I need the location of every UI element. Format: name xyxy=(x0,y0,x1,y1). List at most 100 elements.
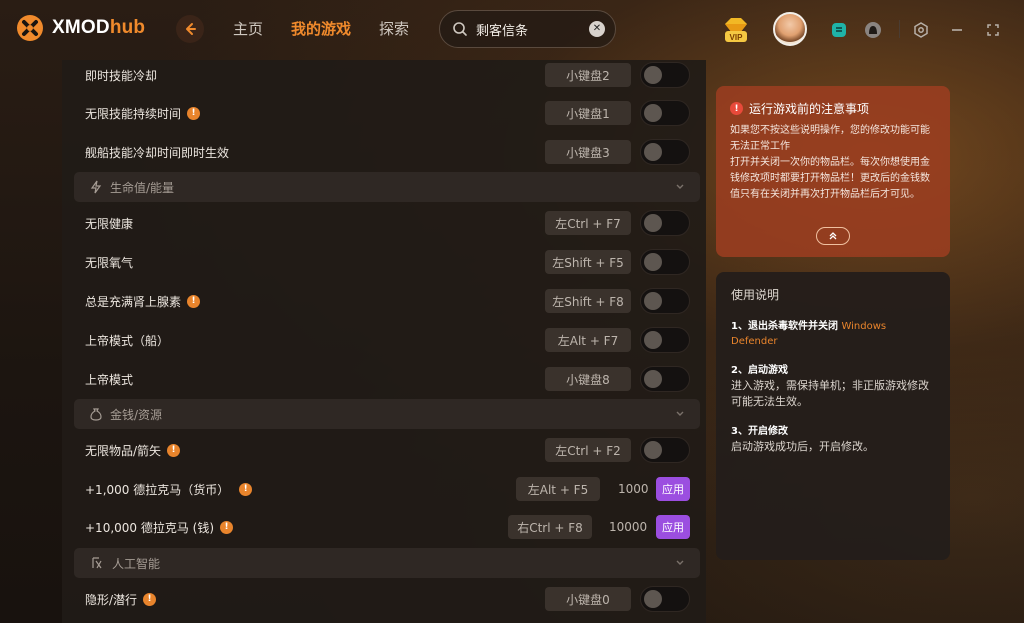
cheat-label: 无限健康 xyxy=(85,216,134,231)
info-icon[interactable]: ! xyxy=(239,482,253,496)
fullscreen-icon[interactable] xyxy=(982,19,1004,41)
back-button[interactable] xyxy=(176,15,204,43)
cheat-row: 无限健康 左Ctrl + F7 xyxy=(85,207,690,239)
cheat-label: 上帝模式（船） xyxy=(85,333,170,348)
notice-body: 如果您不按这些说明操作，您的修改功能可能无法正常工作 打开并关闭一次你的物品栏。… xyxy=(730,125,930,200)
notice-card: ! 运行游戏前的注意事项 如果您不按这些说明操作，您的修改功能可能无法正常工作 … xyxy=(716,86,950,257)
cheat-toggle[interactable] xyxy=(640,327,690,353)
hotkey-badge[interactable]: 左Ctrl + F7 xyxy=(545,211,631,235)
hotkey-badge[interactable]: 小键盘1 xyxy=(545,101,631,125)
apply-button[interactable]: 应用 xyxy=(656,515,690,539)
money-input-row: +1,000 德拉克马（货币）! 左Alt + F5 1000 应用 xyxy=(85,473,690,505)
usage-step: 2、启动游戏 进入游戏，需保持单机；非正版游戏修改可能无法生效。 xyxy=(731,365,929,408)
main-nav: 主页 我的游戏 探索 xyxy=(233,18,409,39)
hotkey-badge[interactable]: 小键盘2 xyxy=(545,63,631,87)
section-header-money[interactable]: 金钱/资源 xyxy=(74,399,700,429)
nav-explore[interactable]: 探索 xyxy=(379,18,409,39)
hotkey-badge[interactable]: 小键盘8 xyxy=(545,367,631,391)
usage-step: 3、开启修改 启动游戏成功后，开启修改。 xyxy=(731,426,874,453)
search-input[interactable]: 剩客信条 xyxy=(476,20,589,39)
settings-icon[interactable] xyxy=(910,19,932,41)
cheat-label: 舰船技能冷却时间即时生效 xyxy=(85,145,230,160)
search-icon xyxy=(453,22,467,36)
chevron-down-icon xyxy=(676,184,684,189)
cheat-label: +1,000 德拉克马（货币）! xyxy=(85,481,253,498)
hotkey-badge[interactable]: 右Ctrl + F8 xyxy=(508,515,592,539)
collapse-button[interactable] xyxy=(816,227,850,245)
hotkey-badge[interactable]: 小键盘0 xyxy=(545,587,631,611)
cheat-row: 上帝模式（船） 左Alt + F7 xyxy=(85,324,690,356)
notice-title: ! 运行游戏前的注意事项 xyxy=(730,100,936,117)
cheat-row: 上帝模式 小键盘8 xyxy=(85,363,690,395)
cheat-toggle[interactable] xyxy=(640,586,690,612)
cheat-label: 上帝模式 xyxy=(85,372,134,387)
svg-text:VIP: VIP xyxy=(730,33,744,42)
section-title: 人工智能 xyxy=(112,556,161,571)
section-header-ai[interactable]: 人工智能 xyxy=(74,548,700,578)
cheat-row: 无限物品/箭矢! 左Ctrl + F2 xyxy=(85,434,690,466)
app-name: XMODhub xyxy=(52,17,146,38)
amount-input[interactable]: 1000 xyxy=(618,482,649,496)
info-icon[interactable]: ! xyxy=(187,294,201,308)
cheat-row: 总是充满肾上腺素! 左Shift + F8 xyxy=(85,285,690,317)
hotkey-badge[interactable]: 左Alt + F5 xyxy=(516,477,600,501)
section-title: 金钱/资源 xyxy=(110,407,163,422)
usage-title: 使用说明 xyxy=(731,288,780,302)
hotkey-badge[interactable]: 小键盘3 xyxy=(545,140,631,164)
warning-icon: ! xyxy=(730,102,743,115)
cheat-row: 无限技能持续时间! 小键盘1 xyxy=(85,97,690,129)
cheat-label: 无限物品/箭矢! xyxy=(85,442,181,459)
info-icon[interactable]: ! xyxy=(167,443,181,457)
hotkey-badge[interactable]: 左Shift + F8 xyxy=(545,289,631,313)
cheat-label: +10,000 德拉克马 (钱)! xyxy=(85,519,234,536)
apply-button[interactable]: 应用 xyxy=(656,477,690,501)
usage-card: 使用说明 1、退出杀毒软件并关闭 Windows Defender 2、启动游戏… xyxy=(716,272,950,560)
app-logo[interactable]: XMODhub xyxy=(16,14,145,42)
hotkey-badge[interactable]: 左Ctrl + F2 xyxy=(545,438,631,462)
info-icon[interactable]: ! xyxy=(187,106,201,120)
arrow-left-icon xyxy=(186,23,196,35)
cheat-label: 即时技能冷却 xyxy=(85,68,158,83)
vip-badge-icon[interactable]: VIP xyxy=(719,12,753,46)
cheat-label: 无限技能持续时间! xyxy=(85,105,201,122)
ghost-icon[interactable] xyxy=(862,19,884,41)
chevron-down-icon xyxy=(676,411,684,416)
cheat-label: 隐形/潜行! xyxy=(85,591,157,608)
cheat-toggle[interactable] xyxy=(640,288,690,314)
cheat-row: 隐形/潜行! 小键盘0 xyxy=(85,583,690,615)
search-box[interactable]: 剩客信条 ✕ xyxy=(439,10,616,48)
money-bag-icon xyxy=(90,408,102,421)
cheat-toggle[interactable] xyxy=(640,139,690,165)
xmod-logo-icon xyxy=(17,15,43,41)
cheat-toggle[interactable] xyxy=(640,62,690,88)
double-chevron-up-icon xyxy=(829,232,837,240)
cheat-row: 舰船技能冷却时间即时生效 小键盘3 xyxy=(85,136,690,168)
nav-home[interactable]: 主页 xyxy=(233,18,263,39)
amount-input[interactable]: 10000 xyxy=(609,520,647,534)
cheat-label: 总是充满肾上腺素! xyxy=(85,293,201,310)
cheat-toggle[interactable] xyxy=(640,210,690,236)
cheat-toggle[interactable] xyxy=(640,249,690,275)
user-avatar[interactable] xyxy=(773,12,807,46)
hotkey-badge[interactable]: 左Shift + F5 xyxy=(545,250,631,274)
clear-search-button[interactable]: ✕ xyxy=(589,21,605,37)
section-title: 生命值/能量 xyxy=(110,180,175,195)
cheat-toggle[interactable] xyxy=(640,437,690,463)
chat-icon[interactable] xyxy=(828,19,850,41)
usage-step: 1、退出杀毒软件并关闭 Windows Defender xyxy=(731,321,887,347)
toolbar-divider xyxy=(899,20,900,38)
hotkey-badge[interactable]: 左Alt + F7 xyxy=(545,328,631,352)
money-input-row: +10,000 德拉克马 (钱)! 右Ctrl + F8 10000 应用 xyxy=(85,511,690,543)
minimize-icon[interactable] xyxy=(946,19,968,41)
cheat-toggle[interactable] xyxy=(640,366,690,392)
cheat-row: 无限氧气 左Shift + F5 xyxy=(85,246,690,278)
info-icon[interactable]: ! xyxy=(143,592,157,606)
cheat-toggle[interactable] xyxy=(640,100,690,126)
section-header-health[interactable]: 生命值/能量 xyxy=(74,172,700,202)
info-icon[interactable]: ! xyxy=(220,520,234,534)
lightning-icon xyxy=(90,180,102,194)
chevron-down-icon xyxy=(676,560,684,565)
ai-sparkle-icon xyxy=(92,557,102,569)
cheat-label: 无限氧气 xyxy=(85,255,134,270)
nav-my-games[interactable]: 我的游戏 xyxy=(291,18,351,39)
